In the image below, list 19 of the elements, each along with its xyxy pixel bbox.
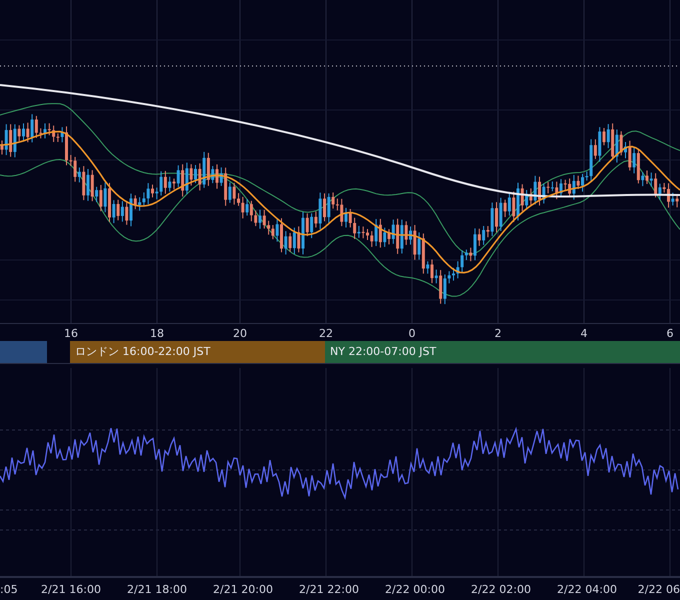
axis-label: 16 [64, 327, 78, 340]
time-label: 2/21 20:00 [213, 583, 273, 596]
axis-label: 18 [150, 327, 164, 340]
time-label: 2/22 02:00 [471, 583, 531, 596]
time-label: 2/21 18:00 [127, 583, 187, 596]
axis-label: 20 [233, 327, 247, 340]
axis-label: 2 [494, 327, 502, 340]
time-label: 2/22 00:00 [385, 583, 445, 596]
session-bar: NY 22:00-07:00 JST [325, 341, 680, 363]
axis-label: 4 [580, 327, 588, 340]
time-label: 2/22 06 [638, 583, 680, 596]
time-label: 2/21 22:00 [299, 583, 359, 596]
time-label: 2/21 16:00 [41, 583, 101, 596]
axis-label: 6 [666, 327, 674, 340]
time-label: :05 [0, 583, 18, 596]
axis-label: 0 [408, 327, 416, 340]
axis-label: 22 [319, 327, 333, 340]
session-bar: ロンドン 16:00-22:00 JST [70, 341, 325, 363]
time-label: 2/22 04:00 [557, 583, 617, 596]
